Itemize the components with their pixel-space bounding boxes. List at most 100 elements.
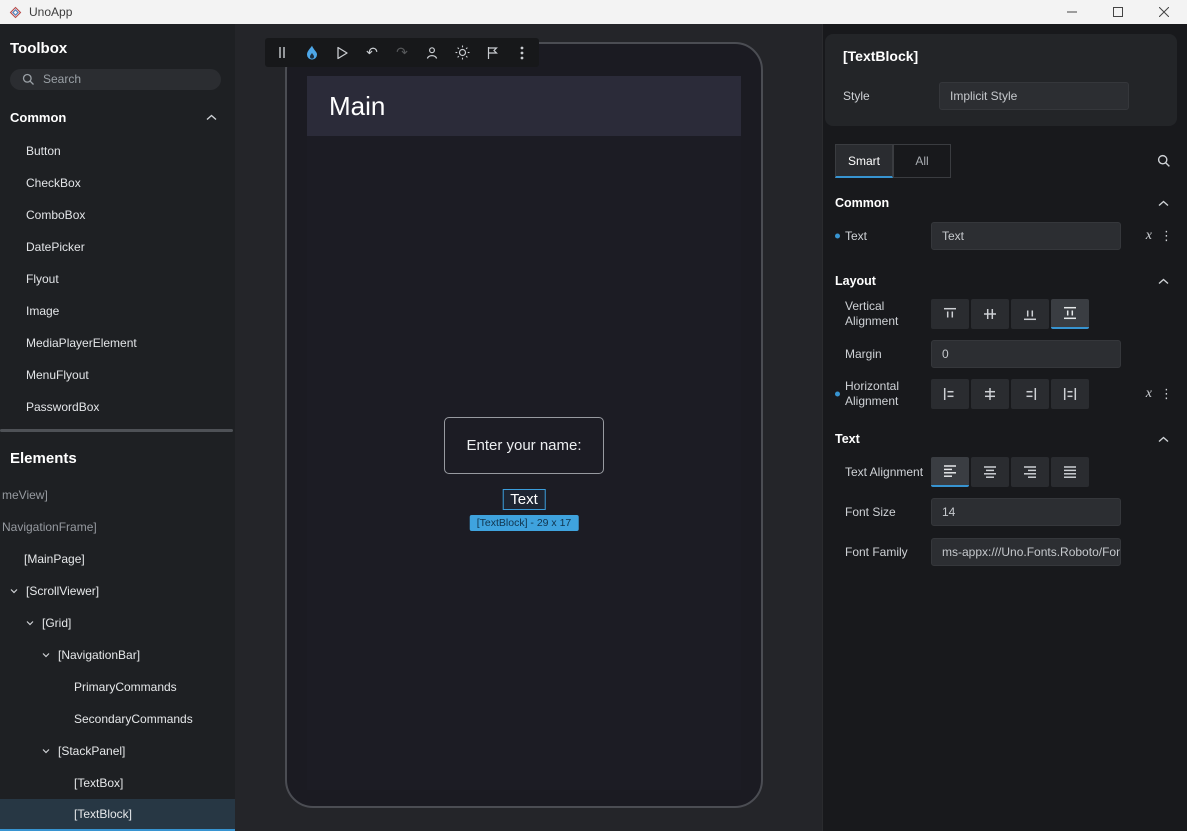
properties-search-button[interactable] [1157, 154, 1171, 168]
person-icon [425, 46, 439, 60]
horizontal-alignment-label: Horizontal Alignment [835, 379, 931, 409]
section-layout[interactable]: Layout [823, 256, 1187, 294]
elements-tree: meView] NavigationFrame] [MainPage] [Scr… [0, 479, 235, 831]
kebab-icon [520, 46, 524, 60]
toolbox-item-datepicker[interactable]: DatePicker [0, 231, 235, 263]
font-size-input[interactable]: 14 [931, 498, 1121, 526]
tree-item-navigationbar[interactable]: [NavigationBar] [0, 639, 235, 671]
binding-x-icon[interactable]: x [1146, 386, 1152, 402]
toolbox-item-button[interactable]: Button [0, 135, 235, 167]
tab-all[interactable]: All [893, 144, 951, 178]
section-text[interactable]: Text [823, 414, 1187, 452]
tree-item-textblock-selected[interactable]: [TextBlock] [0, 799, 235, 831]
tree-item-mainpage[interactable]: [MainPage] [0, 543, 235, 575]
kebab-menu-icon[interactable]: ⋮ [1160, 386, 1173, 402]
app-screen: Main Enter your name: Text [TextBlock] -… [307, 60, 741, 790]
toolbox-scrollbar[interactable] [0, 429, 233, 432]
align-vertical-center-button[interactable] [971, 299, 1009, 329]
undo-icon: ↶ [366, 44, 378, 61]
text-align-center-button[interactable] [971, 457, 1009, 487]
property-row-font-size: Font Size 14 [823, 492, 1187, 532]
minimize-button[interactable] [1049, 0, 1095, 24]
element-inspector-button[interactable] [417, 38, 447, 67]
flag-icon [486, 46, 499, 60]
align-top-button[interactable] [931, 299, 969, 329]
text-align-justify-button[interactable] [1051, 457, 1089, 487]
left-sidebar: Toolbox Common Button CheckBox ComboBox … [0, 24, 235, 831]
chevron-down-icon[interactable] [10, 588, 24, 594]
chevron-down-icon[interactable] [26, 620, 40, 626]
vertical-alignment-toggle-group [931, 299, 1091, 329]
chevron-down-icon[interactable] [42, 652, 56, 658]
tree-item-grid[interactable]: [Grid] [0, 607, 235, 639]
nav-header[interactable]: Main [307, 76, 741, 136]
tree-item-textbox[interactable]: [TextBox] [0, 767, 235, 799]
designer-toolbar: ↶ ↷ [265, 38, 539, 67]
tree-item-secondarycommands[interactable]: SecondaryCommands [0, 703, 235, 735]
tree-item-navigationframe[interactable]: NavigationFrame] [0, 511, 235, 543]
flag-button[interactable] [477, 38, 507, 67]
close-button[interactable] [1141, 0, 1187, 24]
horizontal-alignment-toggle-group [931, 379, 1091, 409]
toolbox-title: Toolbox [0, 24, 235, 69]
maximize-button[interactable] [1095, 0, 1141, 24]
margin-input[interactable]: 0 [931, 340, 1121, 368]
tree-item-primarycommands[interactable]: PrimaryCommands [0, 671, 235, 703]
toolbar-drag-handle[interactable] [267, 38, 297, 67]
chevron-up-icon [1158, 200, 1169, 207]
chevron-up-icon [206, 114, 217, 121]
toolbox-item-menuflyout[interactable]: MenuFlyout [0, 359, 235, 391]
style-input[interactable]: Implicit Style [939, 82, 1129, 110]
kebab-menu-icon[interactable]: ⋮ [1160, 228, 1173, 244]
more-options-button[interactable] [507, 38, 537, 67]
toolbox-section-common[interactable]: Common [0, 94, 235, 135]
redo-button[interactable]: ↷ [387, 38, 417, 67]
elements-title: Elements [0, 434, 235, 479]
tree-item-homeview[interactable]: meView] [0, 479, 235, 511]
tree-item-scrollviewer[interactable]: [ScrollViewer] [0, 575, 235, 607]
theme-toggle-button[interactable] [447, 38, 477, 67]
stretch-vertical-button[interactable] [1051, 299, 1089, 329]
toolbox-item-flyout[interactable]: Flyout [0, 263, 235, 295]
toolbox-item-image[interactable]: Image [0, 295, 235, 327]
redo-icon: ↷ [396, 44, 408, 61]
tree-item-stackpanel[interactable]: [StackPanel] [0, 735, 235, 767]
property-row-text-alignment: Text Alignment [823, 452, 1187, 492]
hot-reload-button[interactable] [297, 38, 327, 67]
section-common[interactable]: Common [823, 178, 1187, 216]
canvas-textbox[interactable]: Enter your name: [444, 417, 604, 474]
toolbox-search-input[interactable] [43, 72, 183, 86]
text-property-input[interactable]: Text [931, 222, 1121, 250]
search-icon [1157, 154, 1171, 168]
play-button[interactable] [327, 38, 357, 67]
text-align-right-button[interactable] [1011, 457, 1049, 487]
property-row-font-family: Font Family ms-appx:///Uno.Fonts.Roboto/… [823, 532, 1187, 572]
binding-x-icon[interactable]: x [1146, 228, 1152, 244]
toolbox-search[interactable] [10, 69, 221, 90]
text-alignment-label: Text Alignment [835, 465, 931, 480]
toolbox-item-mediaplayerelement[interactable]: MediaPlayerElement [0, 327, 235, 359]
toolbox-list: Button CheckBox ComboBox DatePicker Flyo… [0, 135, 235, 423]
align-horizontal-center-button[interactable] [971, 379, 1009, 409]
search-icon [22, 73, 35, 86]
stretch-horizontal-button[interactable] [1051, 379, 1089, 409]
uno-logo-icon [9, 6, 22, 19]
modified-dot-icon [835, 392, 840, 397]
undo-button[interactable]: ↶ [357, 38, 387, 67]
page-title: Main [329, 91, 385, 122]
canvas-textblock-selected[interactable]: Text [502, 489, 546, 510]
align-left-button[interactable] [931, 379, 969, 409]
text-alignment-toggle-group [931, 457, 1091, 487]
tab-smart[interactable]: Smart [835, 144, 893, 178]
font-family-input[interactable]: ms-appx:///Uno.Fonts.Roboto/Font [931, 538, 1121, 566]
titlebar: UnoApp [0, 0, 1187, 24]
toolbox-item-checkbox[interactable]: CheckBox [0, 167, 235, 199]
chevron-down-icon[interactable] [42, 748, 56, 754]
window-controls [1049, 0, 1187, 24]
toolbox-item-combobox[interactable]: ComboBox [0, 199, 235, 231]
align-right-button[interactable] [1011, 379, 1049, 409]
text-align-left-button[interactable] [931, 457, 969, 487]
align-bottom-button[interactable] [1011, 299, 1049, 329]
style-label: Style [843, 89, 939, 103]
toolbox-item-passwordbox[interactable]: PasswordBox [0, 391, 235, 423]
